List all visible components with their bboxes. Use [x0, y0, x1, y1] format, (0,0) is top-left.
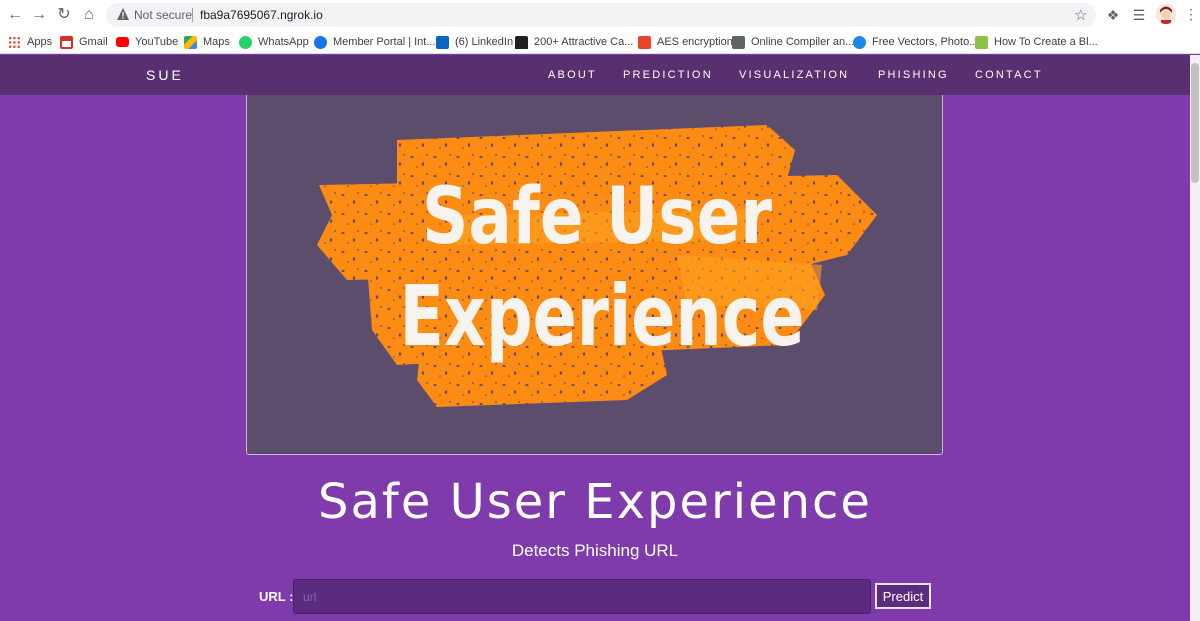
media-icon[interactable]: ☰	[1130, 6, 1148, 24]
url-input[interactable]	[293, 579, 871, 614]
predict-button[interactable]: Predict	[875, 583, 931, 609]
browser-toolbar: ← → ↻ ⌂ Not secure fba9a7695067.ngrok.io…	[0, 0, 1200, 30]
hero-artwork: Safe User Experience	[317, 125, 877, 407]
globe-icon	[314, 35, 327, 49]
warning-icon	[117, 8, 129, 20]
bookmarks-bar: Apps Gmail YouTube Maps WhatsApp Member …	[0, 30, 1200, 54]
address-bar[interactable]: Not secure fba9a7695067.ngrok.io ☆	[106, 3, 1096, 27]
bookmark-linkedin[interactable]: (6) LinkedIn	[436, 34, 513, 50]
extensions-icon[interactable]: ❖	[1104, 6, 1122, 24]
divider	[192, 8, 193, 22]
linkedin-icon	[436, 35, 449, 49]
bookmark-aes[interactable]: AES encryption	[638, 34, 733, 50]
blog-icon	[975, 35, 988, 49]
apps-grid-icon	[8, 35, 21, 49]
gmail-icon	[60, 35, 73, 49]
page-subtitle: Detects Phishing URL	[511, 541, 679, 560]
avatar-image	[1156, 4, 1176, 24]
hero-text-line-1: Safe User	[422, 172, 772, 262]
scrollbar[interactable]	[1190, 55, 1200, 621]
nav-about[interactable]: ABOUT	[548, 69, 597, 81]
bookmark-member-portal[interactable]: Member Portal | Int...	[314, 34, 436, 50]
vector-icon	[853, 35, 866, 49]
forward-icon[interactable]: →	[30, 6, 48, 24]
aes-icon	[638, 35, 651, 49]
youtube-icon	[116, 37, 129, 47]
hero-text-line-2: Experience	[400, 267, 805, 365]
bookmark-blog[interactable]: How To Create a Bl...	[975, 34, 1098, 50]
hat-icon	[515, 35, 528, 49]
bookmark-apps[interactable]: Apps	[8, 34, 52, 50]
site-navbar: SUE ABOUT PREDICTION VISUALIZATION PHISH…	[0, 55, 1190, 95]
compiler-icon	[732, 35, 745, 49]
bookmark-vectors[interactable]: Free Vectors, Photo...	[853, 34, 978, 50]
avatar[interactable]	[1156, 4, 1176, 24]
url-text: fba9a7695067.ngrok.io	[200, 8, 323, 22]
home-icon[interactable]: ⌂	[80, 6, 98, 24]
nav-prediction[interactable]: PREDICTION	[623, 69, 713, 81]
bookmark-gmail[interactable]: Gmail	[60, 34, 108, 50]
back-icon[interactable]: ←	[6, 6, 24, 24]
scrollbar-thumb[interactable]	[1191, 63, 1199, 183]
bookmark-maps[interactable]: Maps	[184, 34, 230, 50]
bookmark-compiler[interactable]: Online Compiler an...	[732, 34, 854, 50]
whatsapp-icon	[239, 35, 252, 49]
nav-visualization[interactable]: VISUALIZATION	[739, 69, 849, 81]
hero-image: Safe User Experience	[246, 95, 943, 455]
url-label: URL :	[259, 589, 294, 604]
bookmark-attractive[interactable]: 200+ Attractive Ca...	[515, 34, 633, 50]
nav-contact[interactable]: CONTACT	[975, 69, 1043, 81]
reload-icon[interactable]: ↻	[55, 6, 73, 24]
nav-phishing[interactable]: PHISHING	[878, 69, 949, 81]
bookmark-whatsapp[interactable]: WhatsApp	[239, 34, 309, 50]
menu-icon[interactable]: ⋮	[1184, 6, 1198, 23]
brand-logo[interactable]: SUE	[146, 67, 184, 83]
star-icon[interactable]: ☆	[1074, 6, 1087, 24]
page-title: Safe User Experience	[318, 474, 872, 530]
maps-icon	[184, 35, 197, 49]
bookmark-youtube[interactable]: YouTube	[116, 34, 178, 50]
security-label: Not secure	[134, 8, 193, 22]
